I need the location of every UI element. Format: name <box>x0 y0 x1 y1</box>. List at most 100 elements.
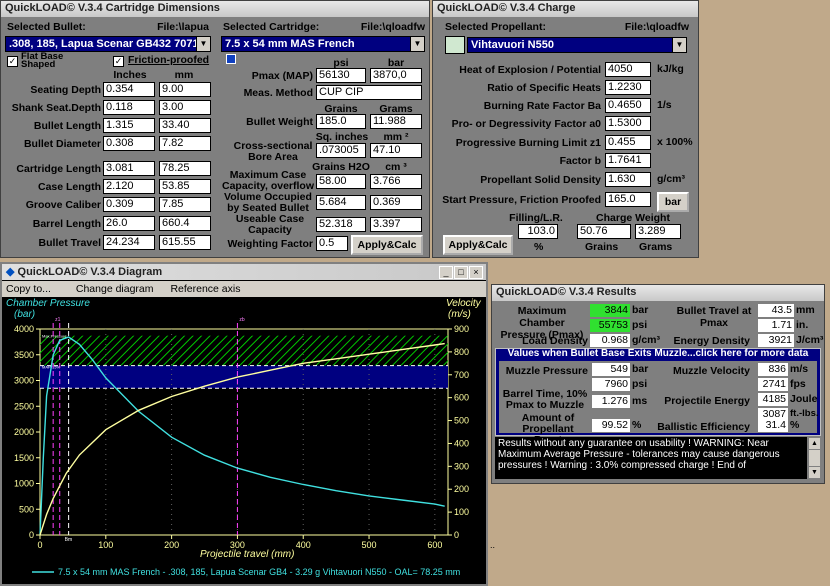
propellant-row-value[interactable]: 1.5300 <box>605 116 651 131</box>
dim-row-inches[interactable]: 3.081 <box>103 161 155 176</box>
bt-mm-value: 43.5 <box>758 304 794 317</box>
scroll-down-icon[interactable]: ▼ <box>809 466 820 478</box>
charge-grains-input[interactable]: 50.76 <box>577 224 631 239</box>
usable-capacity-grains[interactable]: 52.318 <box>316 217 366 232</box>
dim-row-inches[interactable]: 24.234 <box>103 235 155 250</box>
meas-method-input[interactable]: CUP CIP <box>316 85 422 100</box>
flat-base-checkbox[interactable]: ✓ <box>7 56 18 67</box>
usable-capacity-cm3[interactable]: 3.397 <box>370 217 422 232</box>
friction-checkbox[interactable]: ✓ <box>113 56 124 67</box>
dim-row-mm[interactable]: 53.85 <box>159 179 211 194</box>
propellant-icon[interactable] <box>445 36 465 54</box>
dim-row-inches[interactable]: 0.309 <box>103 197 155 212</box>
dim-row-inches[interactable]: 0.308 <box>103 136 155 151</box>
zb-marker-label: zb <box>239 317 245 323</box>
dim-row-mm[interactable]: 33.40 <box>159 118 211 133</box>
charge-grams-input[interactable]: 3.289 <box>635 224 681 239</box>
menu-reference-axis[interactable]: Reference axis <box>170 283 240 295</box>
right-tick-label: 400 <box>454 438 469 448</box>
bullet-weight-grains[interactable]: 185.0 <box>316 114 366 129</box>
left-tick-label: 3500 <box>14 350 34 360</box>
dim-row-label: Case Length <box>37 181 101 193</box>
close-icon[interactable]: × <box>469 266 483 279</box>
chart-legend: 7.5 x 54 mm MAS French - .308, 185, Lapu… <box>58 567 460 577</box>
propellant-row-label: Heat of Explosion / Potential <box>459 64 601 76</box>
propellant-row-unit: 1/s <box>657 99 672 111</box>
vol-occupied-cm3[interactable]: 0.369 <box>370 195 422 210</box>
right-tick-label: 0 <box>454 530 459 540</box>
cartridge-select[interactable]: 7.5 x 54 mm MAS French ▼ <box>221 36 425 52</box>
diagram-title-text: QuickLOAD© V.3.4 Diagram <box>17 266 163 278</box>
charge-apply-button[interactable]: Apply&Calc <box>443 235 513 255</box>
dim-row-mm[interactable]: 3.00 <box>159 100 211 115</box>
minimize-icon[interactable]: _ <box>439 266 453 279</box>
chevron-down-icon[interactable]: ▼ <box>672 38 686 52</box>
left-axis-title: Chamber Pressure <box>6 298 90 309</box>
warning-textbox[interactable]: Results without any guarantee on usabili… <box>495 437 807 479</box>
dim-row-label: Barrel Length <box>32 218 101 230</box>
max-capacity-cm3[interactable]: 3.766 <box>370 174 422 189</box>
chevron-down-icon[interactable]: ▼ <box>410 37 424 51</box>
bm-marker-label: Bm <box>65 537 73 543</box>
bullet-select[interactable]: .308, 185, Lapua Scenar GB432 7071 ▼ <box>5 36 211 52</box>
dim-row-inches[interactable]: 1.315 <box>103 118 155 133</box>
vol-occupied-grains[interactable]: 5.684 <box>316 195 366 210</box>
propellant-row-label: Progressive Burning Limit z1 <box>455 137 601 149</box>
dim-row-mm[interactable]: 7.82 <box>159 136 211 151</box>
dim-row-inches[interactable]: 2.120 <box>103 179 155 194</box>
propellant-row-value[interactable]: 0.4650 <box>605 98 651 113</box>
results-window: QuickLOAD© V.3.4 Results Maximum Chamber… <box>491 284 825 484</box>
max-capacity-grains[interactable]: 58.00 <box>316 174 366 189</box>
propellant-row-label: Pro- or Degressivity Factor a0 <box>451 118 601 130</box>
dim-row-mm[interactable]: 9.00 <box>159 82 211 97</box>
right-tick-label: 900 <box>454 324 469 334</box>
scroll-up-icon[interactable]: ▲ <box>809 438 820 450</box>
muzzle-banner-text[interactable]: Values when Bullet Base Exits Muzzle...c… <box>496 348 820 359</box>
dim-row-mm[interactable]: 7.85 <box>159 197 211 212</box>
dim-row-mm[interactable]: 615.55 <box>159 235 211 250</box>
maximize-icon[interactable]: □ <box>454 266 468 279</box>
meas-method-label: Meas. Method <box>243 87 313 99</box>
propellant-row-value[interactable]: 1.7641 <box>605 153 651 168</box>
dim-row-mm[interactable]: 660.4 <box>159 216 211 231</box>
bar-button[interactable]: bar <box>657 192 689 212</box>
dim-row-inches[interactable]: 0.118 <box>103 100 155 115</box>
charge-weight-label: Charge Weight <box>596 212 670 224</box>
propellant-row-value[interactable]: 4050 <box>605 62 651 77</box>
bore-area-in[interactable]: .073005 <box>316 143 366 158</box>
cartridge-info-icon[interactable] <box>226 54 236 64</box>
bullet-weight-grams[interactable]: 11.988 <box>370 114 422 129</box>
pmax-bar-input[interactable]: 3870,0 <box>370 68 422 83</box>
filling-label: Filling/L.R. <box>509 212 563 224</box>
x-tick-label: 400 <box>296 540 311 550</box>
barrel-time-label: Barrel Time, 10% Pmax to Muzzle <box>502 388 588 411</box>
flat-base-label: Flat Base Shaped <box>21 51 64 70</box>
propellant-row-value[interactable]: 0.455 <box>605 135 651 150</box>
dim-row-mm[interactable]: 78.25 <box>159 161 211 176</box>
pmax-psi-input[interactable]: 56130 <box>316 68 366 83</box>
bore-area-mm[interactable]: 47.10 <box>370 143 422 158</box>
propellant-row-value[interactable]: 165.0 <box>605 192 651 207</box>
warning-scrollbar[interactable]: ▲ ▼ <box>808 437 821 479</box>
weighting-factor-input[interactable]: 0.5 <box>316 236 348 251</box>
ballistic-efficiency-value: 31.4 <box>758 419 788 432</box>
propellant-row-value[interactable]: 1.2230 <box>605 80 651 95</box>
filling-input[interactable]: 103.0 <box>518 224 558 239</box>
menu-copy-to[interactable]: Copy to... <box>6 283 51 295</box>
dim-row-label: Bullet Length <box>33 120 101 132</box>
dim-row-label: Shank Seat.Depth <box>11 102 101 114</box>
warning-text: Results without any guarantee on usabili… <box>498 438 780 471</box>
sq-inches-header: Sq. inches <box>315 131 369 143</box>
muzzle-pressure-psi-unit: psi <box>632 378 648 390</box>
cartridge-apply-button[interactable]: Apply&Calc <box>351 235 423 255</box>
left-tick-label: 1500 <box>14 453 34 463</box>
propellant-select[interactable]: Vihtavuori N550 ▼ <box>467 37 687 53</box>
propellant-row-value[interactable]: 1.630 <box>605 172 651 187</box>
mm2-header: mm ² <box>383 131 409 143</box>
energy-density-unit: J/cm³ <box>796 334 824 346</box>
x-tick-label: 500 <box>362 540 377 550</box>
dim-row-inches[interactable]: 26.0 <box>103 216 155 231</box>
dim-row-inches[interactable]: 0.354 <box>103 82 155 97</box>
chevron-down-icon[interactable]: ▼ <box>196 37 210 51</box>
menu-change-diagram[interactable]: Change diagram <box>76 283 154 295</box>
